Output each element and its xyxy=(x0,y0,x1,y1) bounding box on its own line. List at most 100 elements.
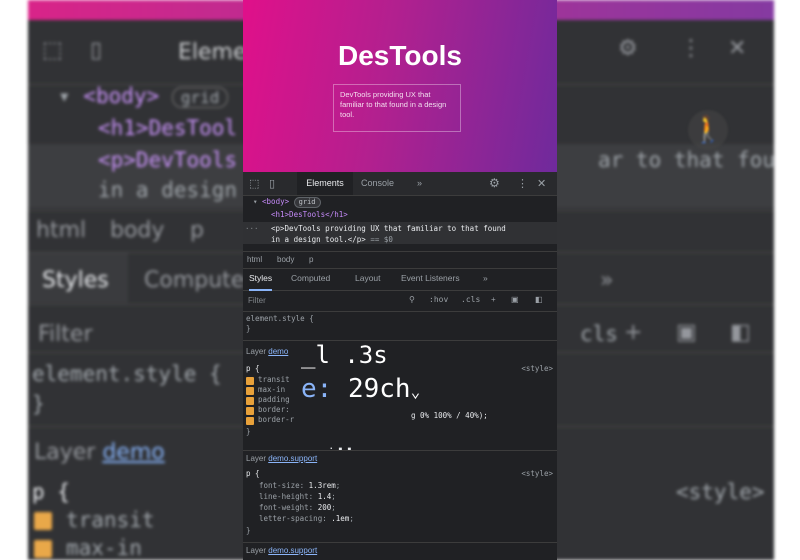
background-close-brace: } xyxy=(32,392,45,416)
element-style-rule[interactable]: element.style { xyxy=(246,314,314,324)
filter-icon[interactable]: ⚲ xyxy=(409,295,415,304)
background-style-src: <style> xyxy=(676,480,765,504)
hov-toggle[interactable]: :hov xyxy=(429,295,448,304)
kebab-menu-icon[interactable]: ⋮ xyxy=(517,177,528,190)
property-padding[interactable]: padding xyxy=(258,395,290,405)
chevron-down-icon: ⌄ xyxy=(410,382,421,401)
property-checkbox[interactable] xyxy=(246,397,254,405)
background-h1-line: <h1>DesTool xyxy=(98,116,238,140)
close-icon[interactable]: ✕ xyxy=(537,177,546,190)
tab-event-listeners[interactable]: Event Listeners xyxy=(401,268,460,289)
grid-badge[interactable]: grid xyxy=(293,197,321,208)
rule-close: } xyxy=(246,427,251,436)
styles-filter-bar: Filter ⚲ :hov .cls + ▣ ◧ xyxy=(243,291,557,312)
new-rule-button[interactable]: + xyxy=(491,295,496,304)
background-kebab-icon: ⋮ xyxy=(680,36,702,61)
dom-ellipsis: ··· xyxy=(245,224,259,233)
dom-tree: ▾ <body> grid <h1>DesTools</h1> ··· <p>D… xyxy=(243,196,557,250)
background-plus-icon: + xyxy=(624,320,643,345)
tab-layout[interactable]: Layout xyxy=(355,268,381,289)
layer-demo-support-link-2[interactable]: demo.support xyxy=(268,546,317,555)
rule-style-source-2[interactable]: <style> xyxy=(521,469,553,479)
background-p-selector: p { xyxy=(32,480,70,504)
tab-computed[interactable]: Computed xyxy=(291,268,330,289)
background-p-tail: ar to that found xyxy=(598,148,774,172)
devtools-toolbar: ⬚ ▯ Elements Console » ⚙ ⋮ ✕ xyxy=(243,172,557,196)
property-max-inline-size[interactable]: max-in xyxy=(258,385,285,395)
property-checkbox[interactable] xyxy=(246,377,254,385)
overlay-transition-value: _l .3s xyxy=(301,341,388,369)
device-toolbar-icon: ▯ xyxy=(90,38,103,63)
background-more-tabs: » xyxy=(600,268,614,293)
styles-subtabs: Styles Computed Layout Event Listeners » xyxy=(243,268,557,291)
background-prop-2: max-in xyxy=(66,536,142,560)
breadcrumb-body[interactable]: body xyxy=(277,252,294,267)
background-elements-tab: Eleme xyxy=(178,40,247,65)
layer-demo-label: Layer demo xyxy=(246,347,289,356)
more-subtabs-button[interactable]: » xyxy=(483,268,488,289)
preview-description: DevTools providing UX that familiar to t… xyxy=(333,84,461,132)
background-checkbox-2 xyxy=(34,540,52,558)
rule-p-selector-2[interactable]: p { xyxy=(246,469,260,479)
toggle-sidebar-icon[interactable]: ◧ xyxy=(535,295,543,304)
background-close-icon: ✕ xyxy=(728,36,747,61)
element-style-close: } xyxy=(246,324,251,333)
gear-icon[interactable]: ⚙ xyxy=(489,176,500,190)
breadcrumb-p[interactable]: p xyxy=(309,252,313,267)
background-accessibility-icon: 🚶 xyxy=(688,110,728,150)
zoomed-value-overlay: _l .3s e: 29ch⌄ xyxy=(301,340,420,407)
background-body-line: ▾ <body> grid xyxy=(58,84,229,108)
property-letter-spacing[interactable]: letter-spacing: .1em; xyxy=(259,514,354,524)
tab-styles[interactable]: Styles xyxy=(249,268,273,291)
rule-style-source[interactable]: <style> xyxy=(521,364,553,374)
property-font-size[interactable]: font-size: 1.3rem; xyxy=(259,481,340,491)
tab-elements[interactable]: Elements xyxy=(297,172,353,195)
inspect-icon: ⬚ xyxy=(42,38,63,63)
background-p-line: <p>DevTools xyxy=(98,148,238,172)
breadcrumb-html[interactable]: html xyxy=(247,252,262,267)
background-color-icon: ▣ xyxy=(676,320,697,345)
dom-p-node[interactable]: <p>DevTools providing UX that familiar t… xyxy=(271,223,506,234)
property-transition[interactable]: transit xyxy=(258,375,290,385)
property-border[interactable]: border: xyxy=(258,405,290,415)
background-prop-1: transit xyxy=(66,508,155,532)
background-cls: cls xyxy=(580,322,618,346)
property-checkbox[interactable] xyxy=(246,417,254,425)
background-checkbox xyxy=(34,512,52,530)
more-tabs-button[interactable]: » xyxy=(417,172,422,195)
device-toggle-icon[interactable]: ▯ xyxy=(269,177,275,190)
dom-body-node[interactable]: ▾ <body> grid xyxy=(253,196,321,208)
property-checkbox[interactable] xyxy=(246,407,254,415)
devtools-panel: DesTools DevTools providing UX that fami… xyxy=(243,0,557,560)
background-computed-tab: Compute xyxy=(144,268,245,293)
filter-input[interactable]: Filter xyxy=(248,296,266,305)
overlay-max-inline-size: e: 29ch⌄ xyxy=(301,374,421,404)
color-format-icon[interactable]: ▣ xyxy=(511,295,519,304)
layer-demo-link[interactable]: demo xyxy=(268,347,288,356)
background-sidebar-icon: ◧ xyxy=(730,320,751,345)
property-font-weight[interactable]: font-weight: 200; xyxy=(259,503,336,513)
dom-p-node-cont: in a design tool.</p> == $0 xyxy=(271,235,393,244)
layer-demo-support-label: Layer demo.support xyxy=(246,454,318,463)
rule-close-2: } xyxy=(246,526,251,535)
background-layer-label: Layer demo xyxy=(34,440,165,465)
layer-demo-support-link[interactable]: demo.support xyxy=(268,454,317,463)
rule-p-selector[interactable]: p { xyxy=(246,364,260,374)
property-border-radius[interactable]: border-r xyxy=(258,415,294,425)
property-line-height[interactable]: line-height: 1.4; xyxy=(259,492,336,502)
background-element-style: element.style { xyxy=(32,362,222,386)
property-border-value[interactable]: g 0% 100% / 40%); xyxy=(411,411,488,421)
cls-toggle[interactable]: .cls xyxy=(461,295,480,304)
page-preview: DesTools DevTools providing UX that fami… xyxy=(243,0,557,172)
background-crumb-html: html xyxy=(36,218,87,243)
inspect-element-icon[interactable]: ⬚ xyxy=(249,177,259,190)
dom-h1-node[interactable]: <h1>DesTools</h1> xyxy=(271,209,348,220)
tab-console[interactable]: Console xyxy=(361,172,394,195)
background-p-line-2: in a design xyxy=(98,178,238,202)
background-styles-tab: Styles xyxy=(42,268,109,293)
preview-heading: DesTools xyxy=(338,40,462,71)
layer-demo-support-label-2: Layer demo.support xyxy=(246,546,318,555)
property-checkbox[interactable] xyxy=(246,387,254,395)
background-filter: Filter xyxy=(38,322,93,347)
breadcrumb: html body p xyxy=(243,251,557,269)
